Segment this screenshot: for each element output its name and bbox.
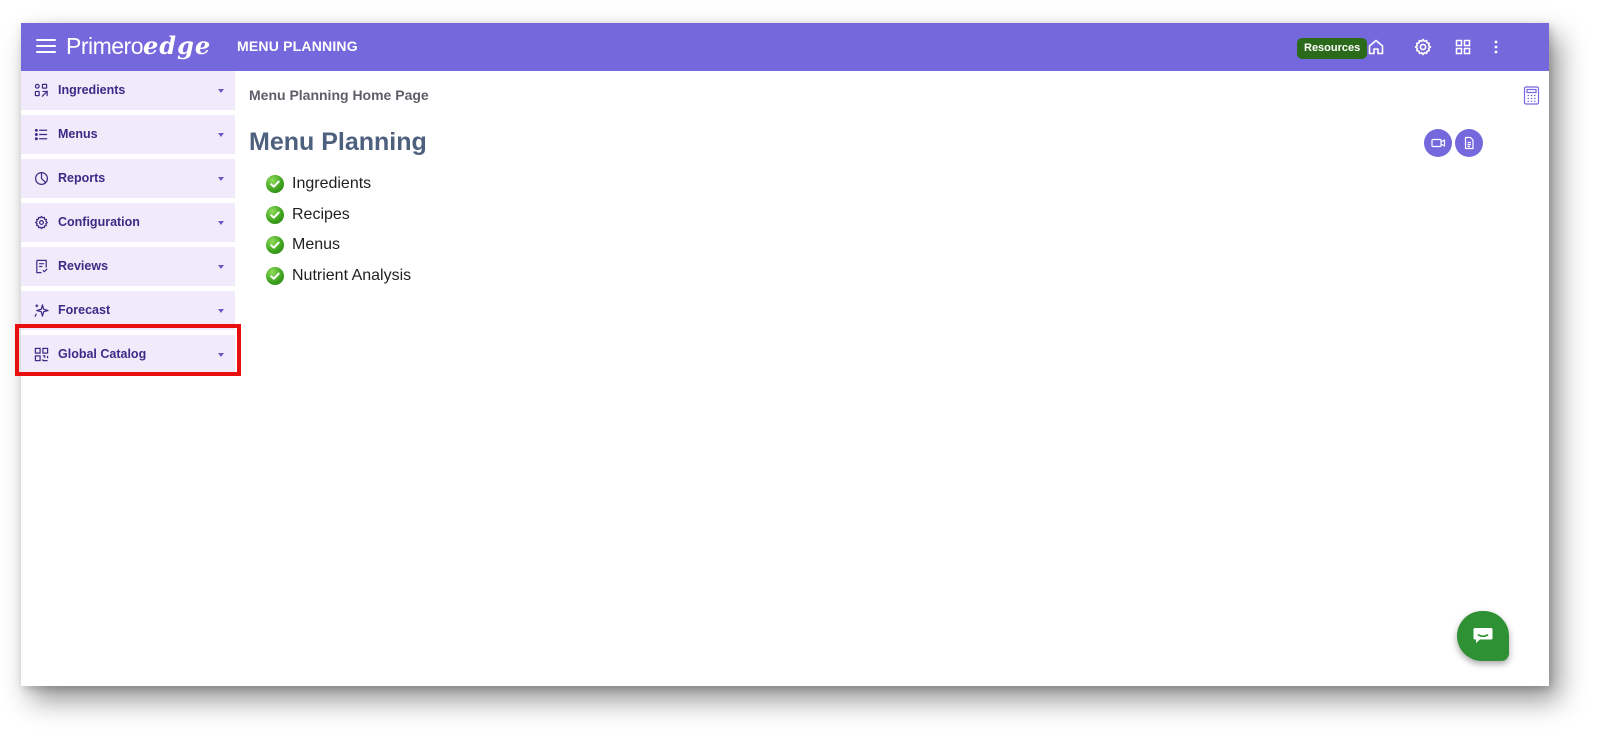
feature-label: Recipes	[292, 205, 350, 223]
home-icon[interactable]	[1366, 37, 1386, 57]
chevron-down-icon	[218, 89, 224, 93]
sidebar: Ingredients Menus Reports Configuration …	[21, 71, 235, 686]
brand-logo[interactable]: Primero edge	[66, 31, 211, 63]
sidebar-item-forecast[interactable]: Forecast	[21, 291, 235, 330]
resources-button[interactable]: Resources	[1297, 38, 1368, 59]
sidebar-item-global-catalog[interactable]: Global Catalog	[21, 335, 235, 374]
ingredients-icon	[34, 83, 49, 98]
chat-icon	[1473, 628, 1493, 643]
sparkle-icon	[34, 303, 49, 318]
list-item: Menus	[266, 230, 411, 261]
check-circle-icon	[266, 266, 284, 285]
page-title: Menu Planning	[249, 128, 427, 156]
sidebar-item-label: Menus	[58, 127, 98, 141]
list-icon	[34, 127, 49, 142]
sidebar-item-label: Forecast	[58, 303, 111, 317]
gear-icon[interactable]	[1413, 37, 1433, 57]
video-icon	[1431, 138, 1446, 148]
review-icon	[34, 259, 49, 274]
brand-primary: Primero	[66, 33, 144, 59]
top-bar: Primero edge MENU PLANNING Resources	[21, 23, 1549, 71]
sidebar-item-label: Reviews	[58, 259, 109, 273]
list-item: Recipes	[266, 200, 411, 231]
sidebar-item-reviews[interactable]: Reviews	[21, 247, 235, 286]
chevron-down-icon	[218, 133, 224, 137]
sidebar-item-label: Ingredients	[58, 83, 126, 97]
chevron-down-icon	[218, 353, 224, 357]
check-circle-icon	[266, 175, 284, 194]
sidebar-item-label: Configuration	[58, 215, 140, 229]
chevron-down-icon	[218, 221, 224, 225]
gear-icon	[34, 215, 49, 230]
chat-button[interactable]	[1457, 611, 1509, 661]
document-icon	[1464, 136, 1474, 150]
sidebar-item-label: Global Catalog	[58, 347, 147, 361]
screen: Primero edge MENU PLANNING Resources Ing…	[0, 0, 1600, 744]
more-vertical-icon[interactable]	[1486, 37, 1506, 57]
breadcrumb: Menu Planning Home Page	[249, 87, 429, 103]
qr-grid-icon	[34, 347, 49, 362]
feature-label: Menus	[292, 236, 341, 254]
list-item: Ingredients	[266, 169, 411, 200]
feature-label: Nutrient Analysis	[292, 266, 412, 284]
app-title: MENU PLANNING	[237, 38, 358, 54]
chevron-down-icon	[218, 265, 224, 269]
sidebar-item-ingredients[interactable]: Ingredients	[21, 71, 235, 110]
video-button[interactable]	[1424, 129, 1452, 157]
document-button[interactable]	[1455, 129, 1483, 157]
sidebar-item-menus[interactable]: Menus	[21, 115, 235, 154]
sidebar-item-label: Reports	[58, 171, 106, 185]
sidebar-item-configuration[interactable]: Configuration	[21, 203, 235, 242]
pie-chart-icon	[34, 171, 49, 186]
check-circle-icon	[266, 236, 284, 255]
brand-secondary: edge	[143, 31, 212, 60]
feature-label: Ingredients	[292, 175, 372, 193]
app-window: Primero edge MENU PLANNING Resources Ing…	[21, 23, 1549, 686]
check-circle-icon	[266, 205, 284, 224]
sidebar-item-reports[interactable]: Reports	[21, 159, 235, 198]
calculator-icon[interactable]	[1523, 86, 1540, 105]
list-item: Nutrient Analysis	[266, 261, 411, 292]
chevron-down-icon	[218, 177, 224, 181]
feature-list: Ingredients Recipes Menus Nutrient Analy…	[266, 169, 411, 291]
apps-grid-icon[interactable]	[1453, 37, 1473, 57]
chevron-down-icon	[218, 309, 224, 313]
hamburger-icon[interactable]	[36, 36, 56, 58]
